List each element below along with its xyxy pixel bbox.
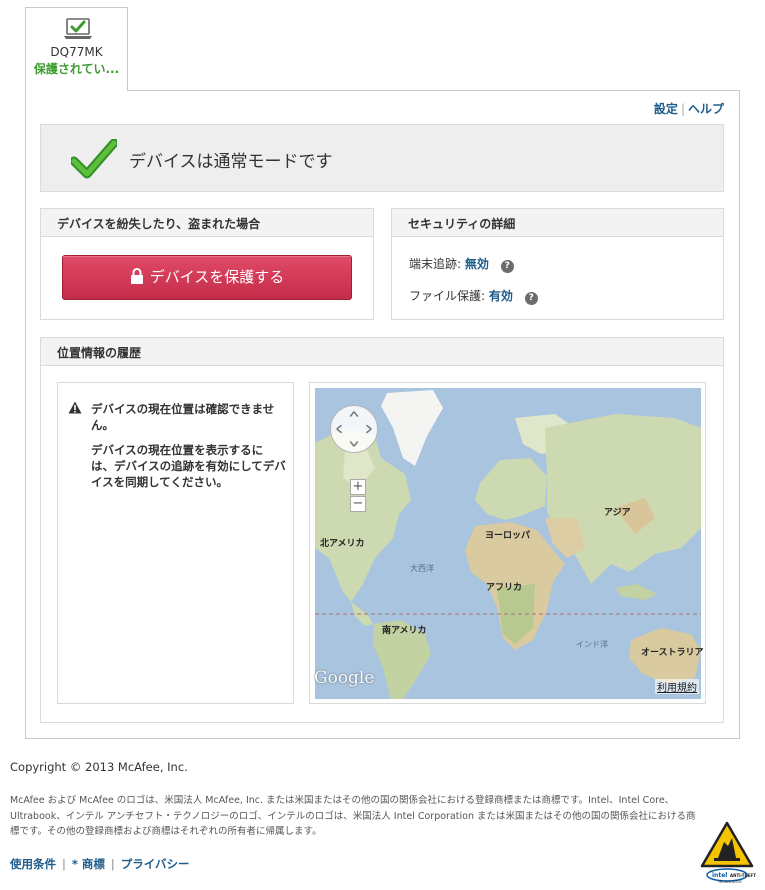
- main-panel: 設定 | ヘルプ デバイスは通常モードです デバイスを紛失したり、盗まれた場合 デバ…: [25, 90, 740, 739]
- tracking-value: 無効: [464, 257, 489, 271]
- intel-anti-theft-logo: intel ANTI-THEFT TECHNOLOGY: [700, 821, 756, 884]
- map-frame: + − 北アメリカ ヨーロッパ アジア アフリカ 南アメリカ オーストラリア 大…: [309, 382, 706, 704]
- map-terms-link[interactable]: 利用規約: [655, 679, 699, 694]
- map-label-europe: ヨーロッパ: [485, 531, 531, 541]
- device-tab[interactable]: DQ77MK 保護されてい...: [25, 7, 128, 91]
- settings-link[interactable]: 設定: [654, 102, 678, 116]
- map-label-north-america: 北アメリカ: [320, 539, 365, 549]
- map-label-south-america: 南アメリカ: [382, 626, 427, 636]
- status-text: デバイスは通常モードです: [129, 152, 333, 172]
- help-link[interactable]: ヘルプ: [688, 102, 724, 116]
- help-question-icon[interactable]: ?: [524, 292, 538, 305]
- lock-icon: [130, 268, 143, 284]
- copyright-text: Copyright © 2013 McAfee, Inc.: [10, 760, 188, 774]
- google-logo: Google: [314, 668, 375, 688]
- map-label-africa: アフリカ: [486, 583, 523, 593]
- security-details-heading: セキュリティの詳細: [392, 209, 723, 237]
- location-history-heading: 位置情報の履歴: [41, 338, 723, 366]
- file-protection-value: 有効: [488, 289, 513, 303]
- map-label-indian-ocean: インド洋: [576, 640, 608, 649]
- lost-device-panel: デバイスを紛失したり、盗まれた場合 デバイスを保護する: [40, 208, 374, 320]
- pan-arrows-icon: [336, 411, 372, 447]
- protect-device-label: デバイスを保護する: [149, 268, 285, 286]
- svg-text:TECHNOLOGY: TECHNOLOGY: [717, 880, 743, 884]
- tracking-row: 端末追跡: 無効 ?: [409, 255, 514, 273]
- file-protection-label: ファイル保護:: [409, 289, 486, 303]
- location-history-panel: 位置情報の履歴 デバイスの現在位置は確認できません。 デバイスの現在位置を表示す…: [40, 337, 724, 723]
- device-name: DQ77MK: [50, 45, 103, 59]
- map-pan-control[interactable]: [330, 405, 378, 453]
- map-label-australia: オーストラリア: [641, 648, 704, 658]
- zoom-out-button[interactable]: −: [350, 496, 366, 512]
- terms-of-use-link[interactable]: 使用条件: [10, 857, 56, 871]
- location-message: デバイスの現在位置は確認できません。 デバイスの現在位置を表示するには、デバイス…: [91, 401, 286, 499]
- help-question-icon[interactable]: ?: [500, 260, 514, 273]
- footer-links: 使用条件 | * 商標 | プライバシー: [10, 857, 190, 871]
- map-label-asia: アジア: [604, 508, 631, 518]
- warning-icon: [68, 401, 82, 414]
- map-label-atlantic: 大西洋: [410, 564, 434, 573]
- laptop-check-icon: [64, 18, 92, 39]
- checkmark-icon: [71, 139, 117, 179]
- security-details-panel: セキュリティの詳細 端末追跡: 無効 ? ファイル保護: 有効 ?: [391, 208, 724, 320]
- top-links: 設定 | ヘルプ: [653, 102, 724, 116]
- svg-text:ANTI-THEFT: ANTI-THEFT: [730, 873, 756, 878]
- protect-device-button[interactable]: デバイスを保護する: [62, 255, 352, 300]
- device-status: 保護されてい...: [33, 62, 120, 76]
- lost-device-heading: デバイスを紛失したり、盗まれた場合: [41, 209, 373, 237]
- legal-text: McAfee および McAfee のロゴは、米国法人 McAfee, Inc.…: [10, 795, 696, 837]
- location-message-box: デバイスの現在位置は確認できません。 デバイスの現在位置を表示するには、デバイス…: [57, 382, 294, 704]
- file-protection-row: ファイル保護: 有効 ?: [409, 287, 538, 305]
- location-unavailable-text: デバイスの現在位置は確認できません。: [91, 402, 275, 432]
- trademarks-link[interactable]: * 商標: [72, 857, 105, 871]
- svg-text:intel: intel: [712, 872, 727, 879]
- tracking-label: 端末追跡:: [409, 257, 462, 271]
- zoom-in-button[interactable]: +: [350, 479, 366, 495]
- privacy-link[interactable]: プライバシー: [121, 857, 190, 871]
- status-banner: デバイスは通常モードです: [40, 124, 724, 192]
- location-instruction-text: デバイスの現在位置を表示するには、デバイスの追跡を有効にしてデバイスを同期してく…: [91, 443, 286, 489]
